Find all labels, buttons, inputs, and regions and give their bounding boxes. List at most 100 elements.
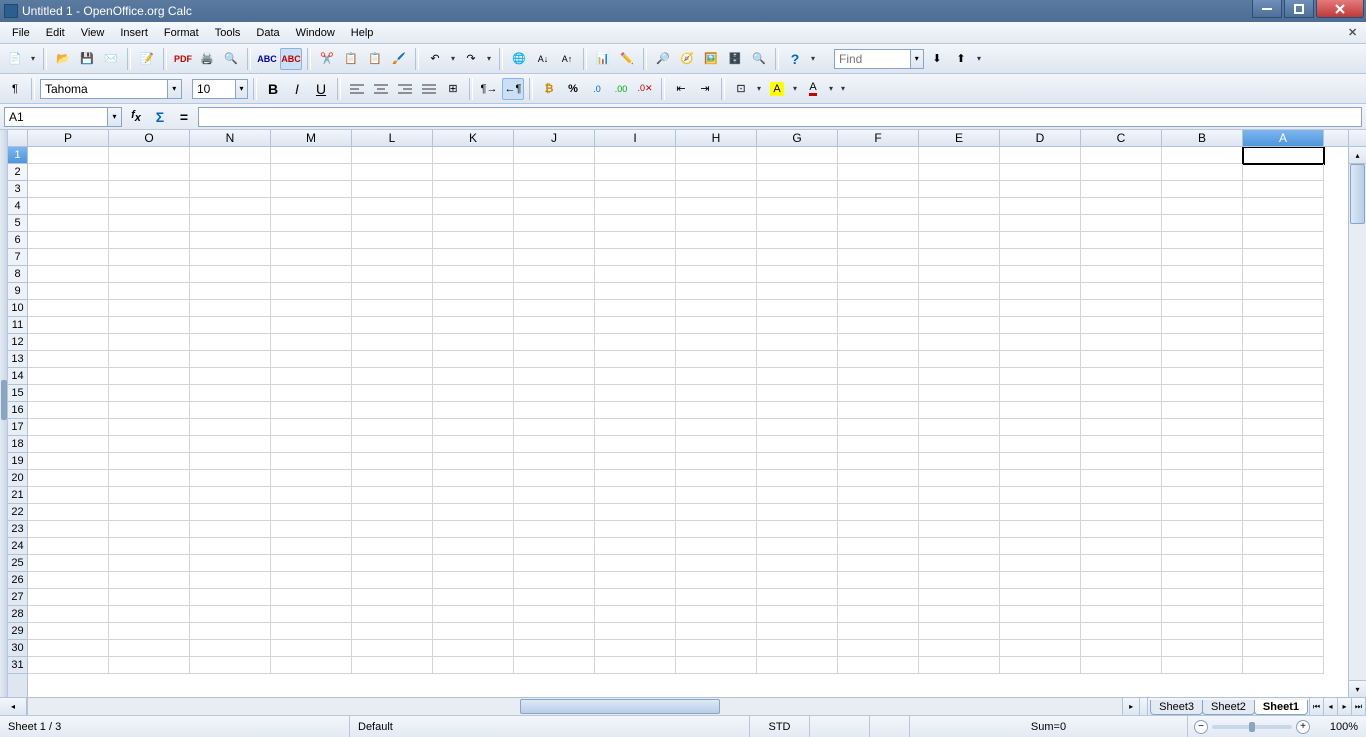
cell-J9[interactable] [514, 283, 595, 300]
cell-F16[interactable] [838, 402, 919, 419]
sheet-tab-sheet3[interactable]: Sheet3 [1150, 700, 1203, 715]
cut-icon[interactable]: ✂️ [316, 48, 338, 70]
cell-I12[interactable] [595, 334, 676, 351]
zoom-slider-thumb[interactable] [1249, 722, 1255, 732]
cell-A2[interactable] [1243, 164, 1324, 181]
cell-O28[interactable] [109, 606, 190, 623]
cell-F17[interactable] [838, 419, 919, 436]
cell-J21[interactable] [514, 487, 595, 504]
row-header-30[interactable]: 30 [8, 640, 27, 657]
cell-L23[interactable] [352, 521, 433, 538]
cell-H26[interactable] [676, 572, 757, 589]
cell-O19[interactable] [109, 453, 190, 470]
new-doc-dropdown[interactable]: ▾ [28, 54, 38, 63]
sheet-tab-sheet1[interactable]: Sheet1 [1254, 700, 1308, 715]
cell-O2[interactable] [109, 164, 190, 181]
menu-edit[interactable]: Edit [38, 24, 73, 42]
cell-A5[interactable] [1243, 215, 1324, 232]
cell-P28[interactable] [28, 606, 109, 623]
cell-H17[interactable] [676, 419, 757, 436]
zoom-icon[interactable]: 🔍 [748, 48, 770, 70]
cell-C29[interactable] [1081, 623, 1162, 640]
cell-M28[interactable] [271, 606, 352, 623]
row-header-29[interactable]: 29 [8, 623, 27, 640]
cell-I31[interactable] [595, 657, 676, 674]
cell-J20[interactable] [514, 470, 595, 487]
print-icon[interactable]: 🖨️ [196, 48, 218, 70]
cell-P6[interactable] [28, 232, 109, 249]
cell-E18[interactable] [919, 436, 1000, 453]
font-name-input[interactable] [41, 80, 167, 98]
cell-C23[interactable] [1081, 521, 1162, 538]
cell-M17[interactable] [271, 419, 352, 436]
vscroll-thumb[interactable] [1350, 164, 1365, 224]
percent-icon[interactable]: % [562, 78, 584, 100]
cell-L9[interactable] [352, 283, 433, 300]
cell-D1[interactable] [1000, 147, 1081, 164]
font-name-combo[interactable]: ▾ [40, 79, 182, 99]
scroll-up-button[interactable]: ▴ [1349, 147, 1366, 164]
cell-P21[interactable] [28, 487, 109, 504]
cell-J18[interactable] [514, 436, 595, 453]
cell-H13[interactable] [676, 351, 757, 368]
cell-A18[interactable] [1243, 436, 1324, 453]
bold-icon[interactable]: B [262, 78, 284, 100]
text-rtl-icon[interactable]: ←¶ [502, 78, 524, 100]
cell-N5[interactable] [190, 215, 271, 232]
cell-N21[interactable] [190, 487, 271, 504]
row-header-28[interactable]: 28 [8, 606, 27, 623]
sum-icon[interactable]: Σ [150, 107, 170, 127]
cell-K13[interactable] [433, 351, 514, 368]
undo-dropdown[interactable]: ▾ [448, 54, 458, 63]
cell-L21[interactable] [352, 487, 433, 504]
cell-F22[interactable] [838, 504, 919, 521]
cell-A7[interactable] [1243, 249, 1324, 266]
cell-O8[interactable] [109, 266, 190, 283]
cell-M21[interactable] [271, 487, 352, 504]
standard-format-icon[interactable]: .0 [586, 78, 608, 100]
cell-G22[interactable] [757, 504, 838, 521]
cell-J14[interactable] [514, 368, 595, 385]
cell-P24[interactable] [28, 538, 109, 555]
new-doc-icon[interactable]: 📄 [4, 48, 26, 70]
tab-last-button[interactable]: ⏭ [1352, 698, 1366, 715]
cell-P5[interactable] [28, 215, 109, 232]
cell-K24[interactable] [433, 538, 514, 555]
cell-N27[interactable] [190, 589, 271, 606]
cell-B1[interactable] [1162, 147, 1243, 164]
row-header-27[interactable]: 27 [8, 589, 27, 606]
background-color-icon[interactable]: A [766, 78, 788, 100]
cell-H1[interactable] [676, 147, 757, 164]
cell-B26[interactable] [1162, 572, 1243, 589]
cell-F29[interactable] [838, 623, 919, 640]
cell-C12[interactable] [1081, 334, 1162, 351]
cell-J1[interactable] [514, 147, 595, 164]
scroll-down-button[interactable]: ▾ [1349, 680, 1366, 697]
data-sources-icon[interactable]: 🗄️ [724, 48, 746, 70]
cell-B19[interactable] [1162, 453, 1243, 470]
row-header-16[interactable]: 16 [8, 402, 27, 419]
cell-L10[interactable] [352, 300, 433, 317]
cell-N22[interactable] [190, 504, 271, 521]
cell-N3[interactable] [190, 181, 271, 198]
cell-O25[interactable] [109, 555, 190, 572]
cell-J10[interactable] [514, 300, 595, 317]
cell-M18[interactable] [271, 436, 352, 453]
cell-M6[interactable] [271, 232, 352, 249]
cell-M15[interactable] [271, 385, 352, 402]
sort-asc-icon[interactable]: A↓ [532, 48, 554, 70]
cell-A12[interactable] [1243, 334, 1324, 351]
cell-E19[interactable] [919, 453, 1000, 470]
hscroll-left-button[interactable]: ◂ [0, 698, 27, 715]
menu-window[interactable]: Window [288, 24, 343, 42]
navigator-icon[interactable]: 🧭 [676, 48, 698, 70]
cell-F20[interactable] [838, 470, 919, 487]
cell-C18[interactable] [1081, 436, 1162, 453]
cell-B24[interactable] [1162, 538, 1243, 555]
cell-H5[interactable] [676, 215, 757, 232]
cell-F2[interactable] [838, 164, 919, 181]
cell-B6[interactable] [1162, 232, 1243, 249]
cell-D10[interactable] [1000, 300, 1081, 317]
cell-J24[interactable] [514, 538, 595, 555]
cell-I24[interactable] [595, 538, 676, 555]
